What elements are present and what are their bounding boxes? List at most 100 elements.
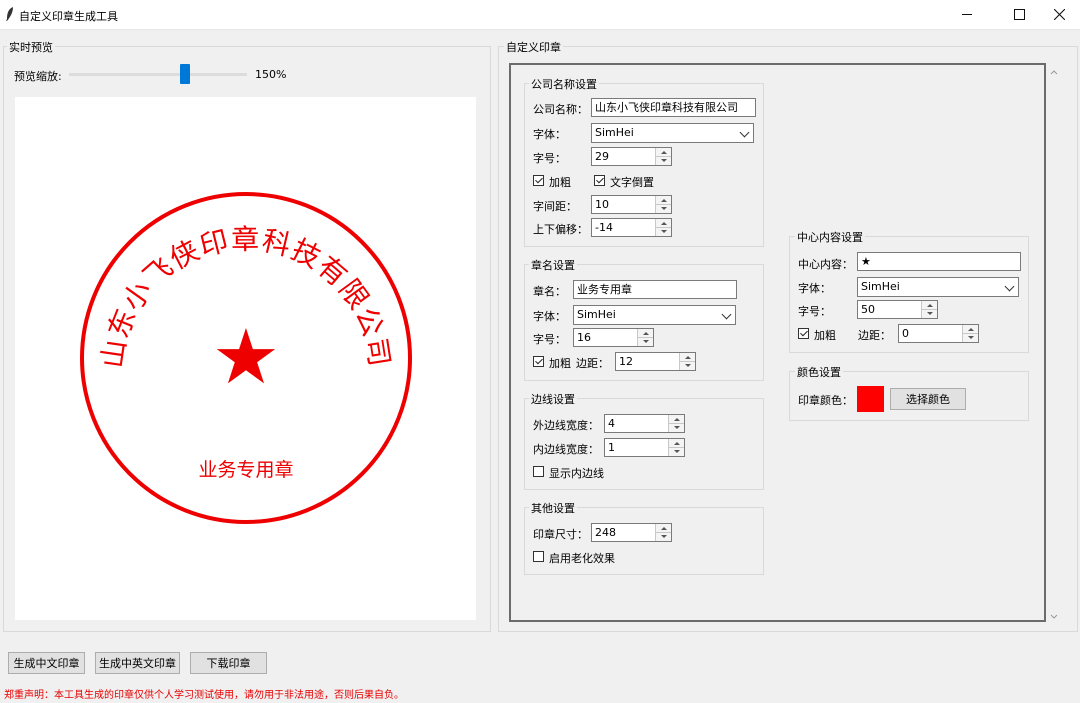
aging-effect-label: 启用老化效果 xyxy=(549,552,615,565)
spin-up-button[interactable] xyxy=(963,325,978,334)
spin-up-button[interactable] xyxy=(638,329,653,338)
seal-size-spinbox[interactable]: 16 xyxy=(573,328,654,347)
spin-up-button[interactable] xyxy=(656,219,671,228)
spin-down-button[interactable] xyxy=(656,157,671,165)
company-name-input[interactable]: 山东小飞侠印章科技有限公司 xyxy=(591,98,756,117)
inner-border-label: 内边线宽度： xyxy=(533,443,599,456)
minimize-icon xyxy=(962,14,972,15)
spin-up-button[interactable] xyxy=(656,524,671,533)
center-bold-label: 加粗 xyxy=(814,329,836,342)
center-content-label: 中心内容： xyxy=(798,258,853,271)
outer-border-spinbox[interactable]: 4 xyxy=(604,414,685,433)
spin-down-button[interactable] xyxy=(669,448,684,456)
aging-effect-checkbox[interactable] xyxy=(533,551,544,562)
company-font-select[interactable]: SimHei xyxy=(591,123,754,143)
spin-down-button[interactable] xyxy=(922,310,937,318)
seal-margin-value: 12 xyxy=(619,355,633,368)
center-margin-spinbox[interactable]: 0 xyxy=(898,324,979,343)
center-content-input[interactable]: ★ xyxy=(857,252,1021,271)
seal-name-label: 章名： xyxy=(533,285,566,298)
center-bold-checkbox[interactable] xyxy=(798,328,809,339)
center-font-select[interactable]: SimHei xyxy=(857,277,1019,297)
seal-name-settings-title: 章名设置 xyxy=(529,257,577,273)
center-font-label: 字体： xyxy=(798,282,831,295)
scroll-down-arrow[interactable] xyxy=(1050,611,1058,619)
center-size-label: 字号： xyxy=(798,305,831,318)
settings-group-title: 自定义印章 xyxy=(504,39,563,55)
spin-down-button[interactable] xyxy=(656,205,671,213)
show-inner-border-label: 显示内边线 xyxy=(549,467,604,480)
spin-down-button[interactable] xyxy=(963,334,978,342)
company-size-spinbox[interactable]: 29 xyxy=(591,147,672,166)
company-font-value: SimHei xyxy=(595,126,634,139)
chevron-up-icon xyxy=(1050,70,1058,75)
company-settings-title: 公司名称设置 xyxy=(529,76,599,92)
color-settings-title: 颜色设置 xyxy=(795,364,843,380)
company-invert-checkbox[interactable] xyxy=(594,175,605,186)
preview-group-title: 实时预览 xyxy=(7,39,55,55)
close-button[interactable] xyxy=(1036,0,1080,29)
company-bold-checkbox[interactable] xyxy=(533,175,544,186)
company-name-label: 公司名称： xyxy=(533,103,588,116)
company-offset-value: -14 xyxy=(595,221,613,234)
company-font-label: 字体： xyxy=(533,128,566,141)
seal-bold-label: 加粗 xyxy=(549,357,571,370)
center-size-value: 50 xyxy=(861,303,875,316)
zoom-value: 150% xyxy=(255,68,287,81)
spin-down-button[interactable] xyxy=(680,362,695,370)
scroll-up-arrow[interactable] xyxy=(1050,66,1058,75)
center-font-value: SimHei xyxy=(861,280,900,293)
seal-center-star: ★ xyxy=(212,312,280,401)
seal-dimension-spinbox[interactable]: 248 xyxy=(591,523,672,542)
spin-up-button[interactable] xyxy=(669,415,684,424)
spin-down-button[interactable] xyxy=(669,424,684,432)
seal-dimension-value: 248 xyxy=(595,526,616,539)
company-offset-label: 上下偏移： xyxy=(533,223,588,236)
chevron-down-icon xyxy=(721,309,732,320)
seal-bold-checkbox[interactable] xyxy=(533,356,544,367)
spin-up-button[interactable] xyxy=(669,439,684,448)
download-seal-button[interactable]: 下载印章 xyxy=(190,652,267,674)
spin-down-button[interactable] xyxy=(638,338,653,346)
spin-down-button[interactable] xyxy=(656,533,671,541)
company-bold-label: 加粗 xyxy=(549,176,571,189)
seal-color-swatch[interactable] xyxy=(857,386,884,412)
company-spacing-label: 字间距： xyxy=(533,200,577,213)
maximize-icon xyxy=(1013,9,1025,20)
spin-up-button[interactable] xyxy=(680,353,695,362)
center-size-spinbox[interactable]: 50 xyxy=(857,300,938,319)
choose-color-button[interactable]: 选择颜色 xyxy=(890,388,966,410)
disclaimer-text: 郑重声明：本工具生成的印章仅供个人学习测试使用，请勿用于非法用途，否则后果自负。 xyxy=(4,690,404,701)
spin-up-button[interactable] xyxy=(656,148,671,157)
spin-up-button[interactable] xyxy=(922,301,937,310)
spin-up-button[interactable] xyxy=(656,196,671,205)
center-margin-label: 边距： xyxy=(858,329,891,342)
company-spacing-value: 10 xyxy=(595,198,609,211)
seal-dimension-label: 印章尺寸： xyxy=(533,528,588,541)
seal-margin-spinbox[interactable]: 12 xyxy=(615,352,696,371)
spin-down-button[interactable] xyxy=(656,228,671,236)
outer-border-label: 外边线宽度： xyxy=(533,419,599,432)
seal-name-input[interactable]: 业务专用章 xyxy=(573,280,737,299)
company-size-value: 29 xyxy=(595,150,609,163)
show-inner-border-checkbox[interactable] xyxy=(533,466,544,477)
company-offset-spinbox[interactable]: -14 xyxy=(591,218,672,237)
zoom-slider-thumb[interactable] xyxy=(179,64,190,84)
company-invert-label: 文字倒置 xyxy=(610,176,654,189)
company-spacing-spinbox[interactable]: 10 xyxy=(591,195,672,214)
generate-chinese-english-seal-button[interactable]: 生成中英文印章 xyxy=(95,652,180,674)
seal-font-value: SimHei xyxy=(577,308,616,321)
other-settings-title: 其他设置 xyxy=(529,500,577,516)
seal-image: 山东小飞侠印章科技有限公司 ★ 业务专用章 xyxy=(80,192,412,524)
zoom-label: 预览缩放: xyxy=(14,70,62,83)
inner-border-spinbox[interactable]: 1 xyxy=(604,438,685,457)
seal-color-label: 印章颜色： xyxy=(798,394,853,407)
generate-chinese-seal-button[interactable]: 生成中文印章 xyxy=(8,652,85,674)
close-icon xyxy=(1053,9,1065,20)
feather-icon xyxy=(6,7,13,21)
center-margin-value: 0 xyxy=(902,327,909,340)
chevron-down-icon xyxy=(739,127,750,138)
minimize-button[interactable] xyxy=(944,0,990,29)
seal-font-select[interactable]: SimHei xyxy=(573,305,736,325)
zoom-slider-track[interactable] xyxy=(69,73,247,76)
